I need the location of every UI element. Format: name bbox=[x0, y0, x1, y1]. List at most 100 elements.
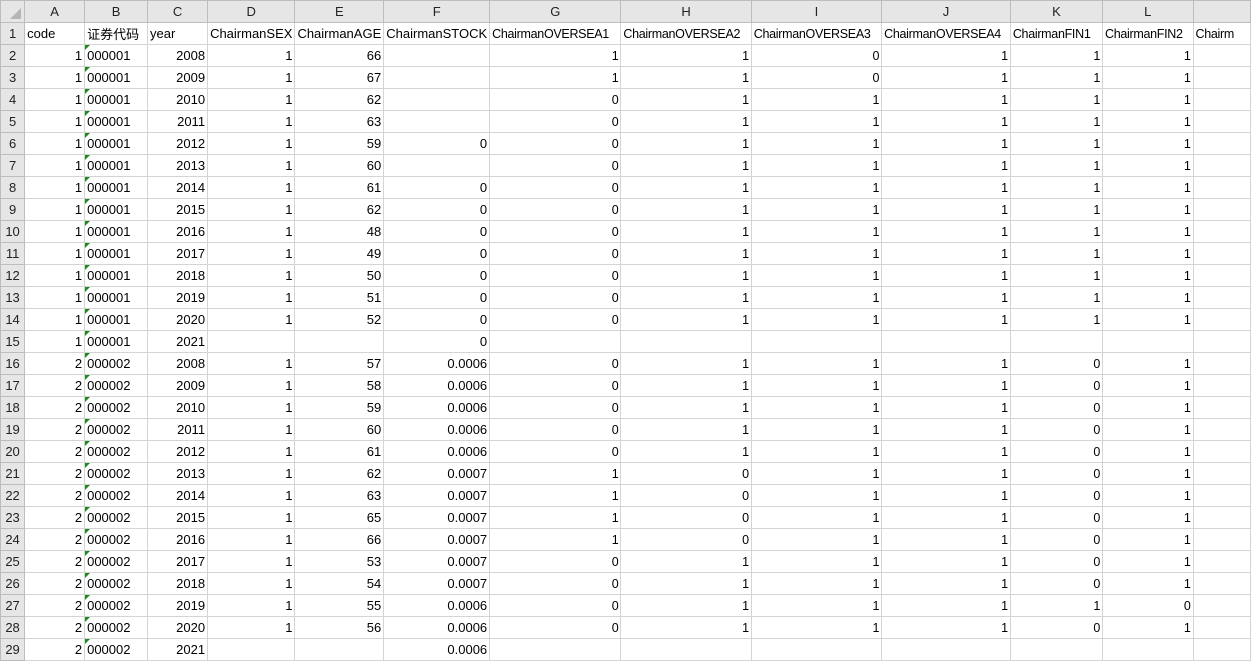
cell[interactable]: 1 bbox=[620, 286, 752, 309]
cell[interactable]: 1 bbox=[881, 462, 1011, 485]
cell[interactable]: 1 bbox=[620, 418, 752, 441]
header-cell[interactable]: ChairmanSTOCK bbox=[383, 22, 491, 45]
cell[interactable]: 1 bbox=[1102, 66, 1194, 89]
row-header[interactable]: 25 bbox=[0, 550, 26, 573]
cell[interactable]: 1 bbox=[620, 352, 752, 375]
row-header[interactable]: 27 bbox=[0, 594, 26, 617]
cell[interactable]: 1 bbox=[1009, 66, 1104, 89]
cell[interactable] bbox=[1009, 330, 1104, 353]
cell[interactable]: 2017 bbox=[146, 550, 209, 573]
cell[interactable]: 0 bbox=[383, 264, 491, 287]
cell[interactable]: 1 bbox=[489, 484, 622, 507]
cell[interactable]: 0 bbox=[489, 176, 622, 199]
cell[interactable] bbox=[294, 638, 385, 661]
cell[interactable] bbox=[1192, 572, 1251, 595]
cell[interactable] bbox=[1192, 154, 1251, 177]
cell[interactable]: 000002 bbox=[84, 638, 148, 661]
cell[interactable]: 1 bbox=[1102, 528, 1194, 551]
cell[interactable]: 1 bbox=[24, 132, 86, 155]
cell[interactable]: 53 bbox=[294, 550, 385, 573]
cell[interactable]: 1 bbox=[1009, 154, 1104, 177]
cell[interactable]: 1 bbox=[1102, 44, 1194, 67]
header-cell[interactable]: ChairmanOVERSEA3 bbox=[750, 22, 883, 45]
cell[interactable]: 66 bbox=[294, 528, 385, 551]
cell[interactable]: 1 bbox=[207, 550, 296, 573]
cell[interactable]: 0.0006 bbox=[383, 418, 491, 441]
cell[interactable]: 1 bbox=[207, 242, 296, 265]
cell[interactable]: 0.0007 bbox=[383, 528, 491, 551]
row-header[interactable]: 23 bbox=[0, 506, 26, 529]
cell[interactable]: 1 bbox=[620, 88, 752, 111]
cell[interactable] bbox=[489, 638, 622, 661]
row-header[interactable]: 5 bbox=[0, 110, 26, 133]
row-header[interactable]: 6 bbox=[0, 132, 26, 155]
cell[interactable]: 1 bbox=[750, 286, 883, 309]
cell[interactable]: 1 bbox=[881, 616, 1011, 639]
cell[interactable]: 000002 bbox=[84, 462, 148, 485]
cell[interactable]: 0 bbox=[1009, 462, 1104, 485]
cell[interactable]: 1 bbox=[881, 352, 1011, 375]
row-header[interactable]: 10 bbox=[0, 220, 26, 243]
cell[interactable] bbox=[383, 44, 491, 67]
row-header[interactable]: 15 bbox=[0, 330, 26, 353]
cell[interactable]: 1 bbox=[24, 308, 86, 331]
cell[interactable]: 1 bbox=[881, 198, 1011, 221]
cell[interactable] bbox=[620, 638, 752, 661]
cell[interactable]: 0 bbox=[489, 286, 622, 309]
cell[interactable]: 2 bbox=[24, 440, 86, 463]
cell[interactable]: 2 bbox=[24, 396, 86, 419]
cell[interactable]: 0 bbox=[489, 154, 622, 177]
cell[interactable]: 1 bbox=[207, 66, 296, 89]
cell[interactable]: 2020 bbox=[146, 616, 209, 639]
cell[interactable] bbox=[1192, 286, 1251, 309]
cell[interactable]: 2 bbox=[24, 374, 86, 397]
cell[interactable]: 1 bbox=[620, 264, 752, 287]
cell[interactable]: 1 bbox=[24, 198, 86, 221]
cell[interactable]: 1 bbox=[1102, 572, 1194, 595]
cell[interactable]: 1 bbox=[207, 594, 296, 617]
cell[interactable]: 1 bbox=[207, 396, 296, 419]
column-header-b[interactable]: B bbox=[84, 0, 148, 23]
cell[interactable]: 000002 bbox=[84, 484, 148, 507]
cell[interactable]: 1 bbox=[881, 242, 1011, 265]
cell[interactable]: 1 bbox=[207, 44, 296, 67]
cell[interactable]: 2011 bbox=[146, 110, 209, 133]
cell[interactable]: 1 bbox=[24, 264, 86, 287]
cell[interactable]: 000001 bbox=[84, 176, 148, 199]
header-cell[interactable]: 证券代码 bbox=[84, 22, 148, 45]
cell[interactable]: 0 bbox=[1009, 352, 1104, 375]
cell[interactable]: 1 bbox=[24, 176, 86, 199]
cell[interactable]: 000002 bbox=[84, 594, 148, 617]
cell[interactable]: 1 bbox=[207, 308, 296, 331]
cell[interactable]: 1 bbox=[620, 220, 752, 243]
cell[interactable]: 2015 bbox=[146, 198, 209, 221]
cell[interactable] bbox=[1192, 44, 1251, 67]
header-cell[interactable]: code bbox=[24, 22, 86, 45]
cell[interactable]: 1 bbox=[207, 88, 296, 111]
cell[interactable]: 1 bbox=[207, 286, 296, 309]
cell[interactable]: 1 bbox=[881, 440, 1011, 463]
cell[interactable]: 2 bbox=[24, 506, 86, 529]
cell[interactable]: 1 bbox=[881, 110, 1011, 133]
cell[interactable]: 0.0007 bbox=[383, 484, 491, 507]
cell[interactable]: 58 bbox=[294, 374, 385, 397]
cell[interactable]: 2021 bbox=[146, 638, 209, 661]
cell[interactable]: 000001 bbox=[84, 264, 148, 287]
cell[interactable]: 0 bbox=[489, 110, 622, 133]
cell[interactable]: 0 bbox=[620, 484, 752, 507]
cell[interactable]: 61 bbox=[294, 440, 385, 463]
cell[interactable]: 1 bbox=[881, 154, 1011, 177]
cell[interactable]: 1 bbox=[750, 484, 883, 507]
cell[interactable]: 0 bbox=[383, 220, 491, 243]
cell[interactable]: 0 bbox=[489, 264, 622, 287]
cell[interactable]: 1 bbox=[881, 528, 1011, 551]
select-all-button[interactable] bbox=[0, 0, 26, 23]
cell[interactable]: 1 bbox=[750, 418, 883, 441]
header-cell[interactable]: ChairmanSEX bbox=[207, 22, 296, 45]
cell[interactable]: 1 bbox=[1102, 242, 1194, 265]
header-cell[interactable]: year bbox=[146, 22, 209, 45]
cell[interactable] bbox=[294, 330, 385, 353]
cell[interactable] bbox=[1192, 110, 1251, 133]
cell[interactable]: 0 bbox=[620, 528, 752, 551]
column-header-e[interactable]: E bbox=[294, 0, 385, 23]
